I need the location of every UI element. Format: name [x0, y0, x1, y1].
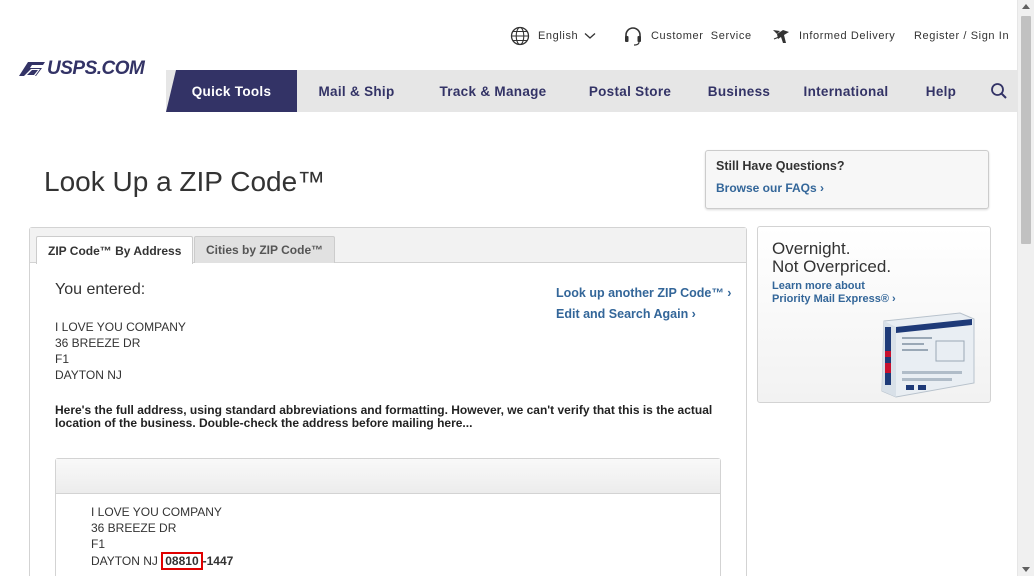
side-links: Look up another ZIP Code™ › Edit and Sea…: [556, 283, 731, 325]
result-city-line: DAYTON NJ 08810 -1447: [91, 552, 233, 570]
search-icon: [991, 83, 1007, 99]
scroll-up-arrow-icon[interactable]: [1022, 4, 1030, 9]
customer-service-label: Customer Service: [651, 30, 752, 42]
usps-logo[interactable]: USPS.COM: [18, 58, 145, 80]
main-nav: Quick Tools Mail & Ship Track & Manage P…: [166, 70, 1018, 112]
zip5-highlight: 08810: [161, 552, 203, 570]
nav-postal-store[interactable]: Postal Store: [576, 70, 684, 112]
nav-business[interactable]: Business: [698, 70, 780, 112]
priority-express-ad[interactable]: Overnight. Not Overpriced. Learn more ab…: [757, 226, 991, 403]
register-label: Register / Sign In: [914, 30, 1010, 42]
zip-lookup-panel: ZIP Code™ By Address Cities by ZIP Code™…: [29, 227, 747, 576]
tab-cities-by-zip[interactable]: Cities by ZIP Code™: [194, 236, 336, 263]
vertical-scrollbar[interactable]: [1017, 0, 1034, 576]
globe-icon: [510, 26, 530, 46]
entered-line: DAYTON NJ: [55, 368, 122, 382]
result-city-state: DAYTON NJ: [91, 554, 158, 568]
priority-express-envelope-image: [881, 312, 975, 398]
informed-delivery-icon: [773, 30, 789, 43]
entered-line: 36 BREEZE DR: [55, 336, 141, 350]
address-notice: Here's the full address, using standard …: [55, 403, 713, 430]
language-label: English: [538, 30, 579, 42]
entered-address: I LOVE YOU COMPANY 36 BREEZE DR F1 DAYTO…: [55, 319, 186, 383]
logo-text: USPS.COM: [47, 58, 145, 79]
tab-bar: ZIP Code™ By Address Cities by ZIP Code™: [30, 228, 746, 264]
nav-international[interactable]: International: [794, 70, 898, 112]
informed-delivery-label: Informed Delivery: [799, 30, 896, 42]
result-line: 36 BREEZE DR: [91, 521, 177, 535]
edit-search-link[interactable]: Edit and Search Again ›: [556, 304, 731, 325]
tab-zip-by-address[interactable]: ZIP Code™ By Address: [36, 236, 194, 264]
ad-link-line-1: Learn more about: [772, 280, 865, 292]
questions-box: Still Have Questions? Browse our FAQs ›: [705, 150, 989, 209]
zip4: -1447: [202, 554, 234, 568]
you-entered-heading: You entered:: [55, 281, 146, 298]
ad-line-1: Overnight.: [772, 239, 851, 258]
register-sign-in-link[interactable]: Register / Sign In: [914, 22, 1009, 50]
result-box: I LOVE YOU COMPANY 36 BREEZE DR F1 DAYTO…: [55, 458, 721, 576]
result-line: I LOVE YOU COMPANY: [91, 505, 222, 519]
result-line: F1: [91, 537, 106, 551]
language-selector[interactable]: English: [510, 22, 604, 50]
result-header: [56, 459, 720, 494]
headset-icon: [625, 27, 641, 46]
ad-link-line-2: Priority Mail Express® ›: [772, 293, 896, 305]
lookup-another-link[interactable]: Look up another ZIP Code™ ›: [556, 283, 731, 304]
chevron-down-icon: [584, 33, 596, 39]
nav-track-manage[interactable]: Track & Manage: [428, 70, 558, 112]
browse-faqs-link[interactable]: Browse our FAQs ›: [716, 181, 978, 195]
informed-delivery-link[interactable]: Informed Delivery: [771, 22, 895, 50]
nav-quick-tools[interactable]: Quick Tools: [166, 70, 297, 112]
ad-line-2: Not Overpriced.: [772, 257, 892, 276]
ad-headline: Overnight. Not Overpriced.: [772, 240, 891, 276]
entered-line: F1: [55, 352, 70, 366]
scroll-down-arrow-icon[interactable]: [1022, 567, 1030, 572]
entered-line: I LOVE YOU COMPANY: [55, 320, 186, 334]
nav-help[interactable]: Help: [916, 70, 966, 112]
result-address: I LOVE YOU COMPANY 36 BREEZE DR F1 DAYTO…: [91, 504, 233, 570]
ad-learn-more-link[interactable]: Learn more about Priority Mail Express® …: [772, 280, 896, 306]
nav-search-button[interactable]: [986, 70, 1012, 112]
questions-title: Still Have Questions?: [716, 159, 845, 173]
scrollbar-thumb[interactable]: [1021, 16, 1031, 244]
nav-mail-ship[interactable]: Mail & Ship: [305, 70, 408, 112]
eagle-logo-icon: [19, 62, 45, 76]
page-title: Look Up a ZIP Code™: [44, 166, 326, 197]
customer-service-link[interactable]: Customer Service: [623, 22, 752, 50]
